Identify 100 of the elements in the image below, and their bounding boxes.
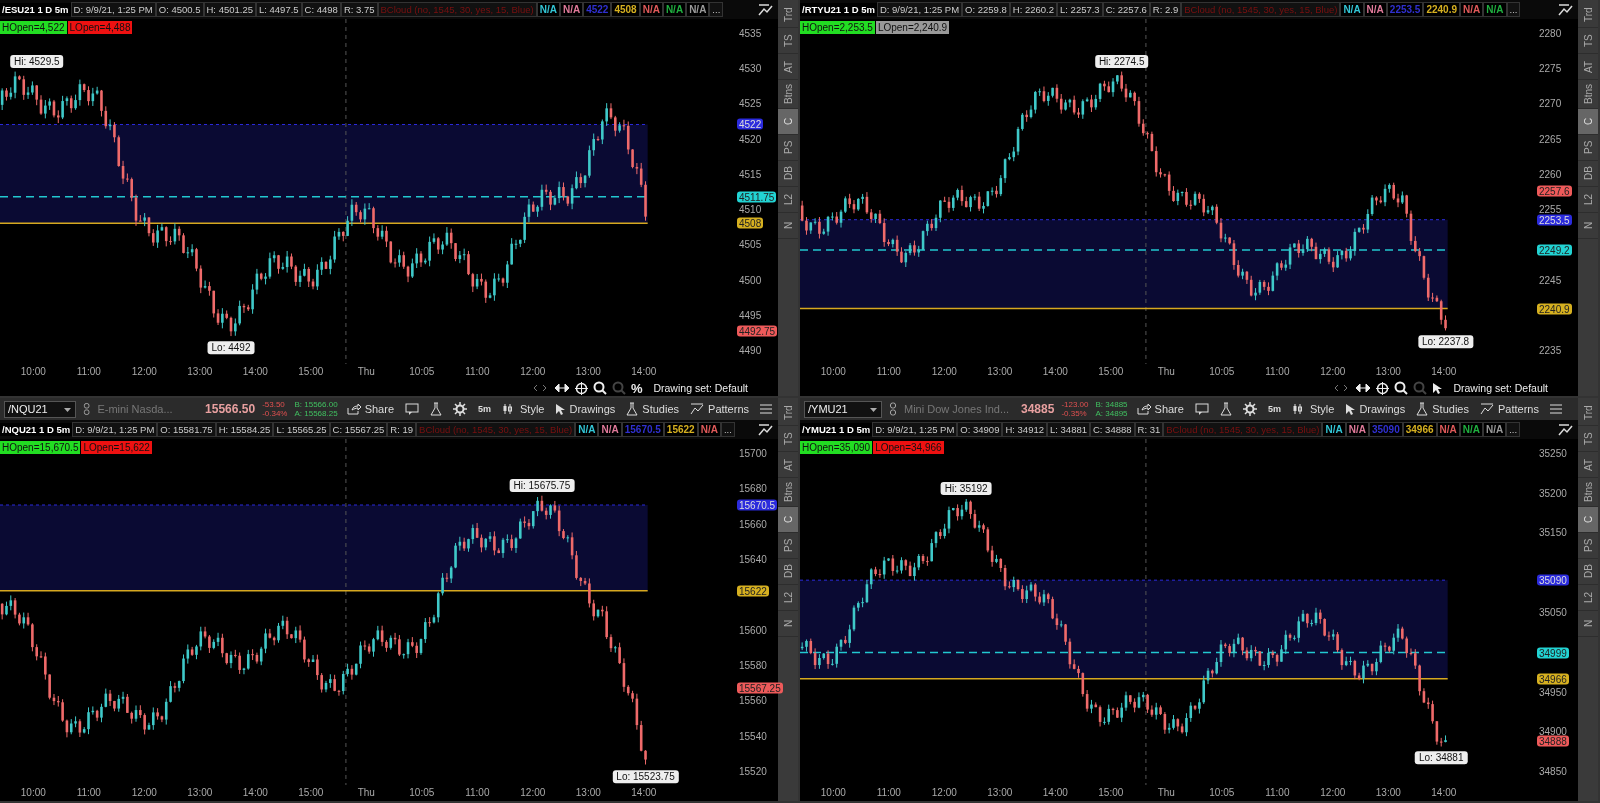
indicator-value: 35090 bbox=[1368, 422, 1403, 437]
indicator-value: N/A bbox=[639, 2, 663, 17]
side-tab[interactable]: DB bbox=[1578, 559, 1598, 585]
time-axis-label: 11:00 bbox=[76, 787, 101, 798]
side-tab[interactable]: TS bbox=[1578, 426, 1598, 452]
price-axis-label: 4490 bbox=[739, 344, 762, 356]
ohlc-value: D: 9/9/21, 1:25 PM bbox=[876, 2, 963, 17]
side-tab[interactable]: TS bbox=[778, 426, 798, 452]
price-axis-label: 4530 bbox=[739, 62, 762, 74]
side-tab[interactable]: AT bbox=[778, 452, 798, 478]
study-label: BCloud (no, 1545, 30, yes, 15, Blue) bbox=[1163, 422, 1323, 437]
side-tab[interactable]: N bbox=[778, 213, 798, 239]
price-axis-label: 15700 bbox=[739, 447, 767, 459]
side-tab[interactable]: AT bbox=[1578, 54, 1598, 80]
bid-ask-price: A: 15568.25 bbox=[294, 409, 338, 418]
side-tab[interactable]: Trd bbox=[778, 2, 798, 28]
time-axis-label: 11:00 bbox=[876, 787, 901, 798]
time-axis-label: Thu bbox=[1157, 787, 1175, 798]
side-tab[interactable]: C bbox=[1578, 507, 1598, 533]
indicator-value: N/A bbox=[575, 422, 599, 437]
instrument-description: E-mini Nasda... bbox=[97, 403, 174, 415]
side-tab[interactable]: L2 bbox=[778, 585, 798, 611]
chart-title: /NQU21 1 D 5m bbox=[0, 423, 73, 436]
side-tab[interactable]: L2 bbox=[778, 187, 798, 213]
side-tab[interactable]: C bbox=[778, 109, 798, 135]
side-tab[interactable]: C bbox=[1578, 109, 1598, 135]
side-tab[interactable]: DB bbox=[1578, 161, 1598, 187]
drawing-set-label[interactable]: Drawing set: Default bbox=[653, 382, 748, 394]
side-tab[interactable]: DB bbox=[778, 161, 798, 187]
side-tab[interactable]: Trd bbox=[1578, 2, 1598, 28]
style-button[interactable]: Style bbox=[500, 403, 547, 415]
price-axis-label: 2265 bbox=[1539, 133, 1562, 145]
more-indicators[interactable]: ... bbox=[1506, 422, 1521, 437]
time-axis-label: 10:00 bbox=[820, 366, 846, 377]
more-indicators[interactable]: ... bbox=[709, 2, 724, 17]
side-tab[interactable]: C bbox=[778, 507, 798, 533]
price-axis-label: 2255 bbox=[1539, 203, 1562, 215]
time-axis-label: Thu bbox=[357, 787, 375, 798]
indicator-value: 15622 bbox=[663, 422, 698, 437]
price-axis-label: 35200 bbox=[1539, 487, 1567, 499]
price-axis-label: 15540 bbox=[739, 730, 767, 742]
percent-toggle[interactable]: % bbox=[630, 380, 643, 396]
side-tab[interactable]: L2 bbox=[1578, 187, 1598, 213]
low-label: Lo: 34881 bbox=[1414, 751, 1468, 765]
indicator-value: 15670.5 bbox=[621, 422, 664, 437]
side-tab[interactable]: N bbox=[1578, 213, 1598, 239]
side-tab[interactable]: PS bbox=[778, 135, 798, 161]
indicator-value: 4508 bbox=[611, 2, 640, 17]
side-tab[interactable]: TS bbox=[778, 28, 798, 54]
side-tab[interactable]: N bbox=[778, 611, 798, 637]
ohlc-value: L: 4497.5 bbox=[256, 2, 302, 17]
symbol-field[interactable]: /YMU21 bbox=[804, 400, 882, 418]
price-axis-label: 15660 bbox=[739, 518, 767, 530]
price-axis-label: 34850 bbox=[1539, 765, 1567, 777]
price-axis-label: 4500 bbox=[739, 274, 762, 286]
style-button[interactable]: Style bbox=[1289, 403, 1337, 415]
side-tab[interactable]: AT bbox=[778, 54, 798, 80]
time-axis-label: 12:00 bbox=[1320, 366, 1346, 377]
time-axis-label: 13:00 bbox=[187, 366, 213, 377]
indicator-value: N/A bbox=[559, 2, 584, 17]
price-axis-label: 15680 bbox=[739, 482, 767, 494]
indicator-value: N/A bbox=[697, 422, 721, 437]
indicator-value: N/A bbox=[598, 422, 622, 437]
side-tab[interactable]: PS bbox=[778, 533, 798, 559]
studies-button[interactable]: Studies bbox=[1414, 402, 1471, 416]
open-value-badge: HOpen=4,522 bbox=[0, 21, 67, 34]
side-tab[interactable]: TS bbox=[1578, 28, 1598, 54]
side-tab[interactable]: N bbox=[1578, 611, 1598, 637]
ohlc-value: L: 2257.3 bbox=[1057, 2, 1103, 17]
side-tab[interactable]: Trd bbox=[778, 400, 798, 426]
price-change: -0.34% bbox=[262, 409, 288, 418]
symbol-field[interactable]: /NQU21 bbox=[4, 400, 77, 418]
timeframe-button[interactable]: 5m bbox=[1265, 404, 1283, 414]
time-axis-label: 10:05 bbox=[1209, 366, 1235, 377]
price-axis-label: 34900 bbox=[1539, 725, 1567, 737]
studies-button[interactable]: Studies bbox=[624, 402, 682, 416]
price-axis-label: 2245 bbox=[1539, 274, 1562, 286]
time-axis-label: 13:00 bbox=[987, 787, 1013, 798]
side-tab[interactable]: L2 bbox=[1578, 585, 1598, 611]
patterns-button[interactable]: Patterns bbox=[688, 403, 751, 415]
ohlc-value: O: 15581.75 bbox=[157, 422, 216, 437]
side-tab[interactable]: Trd bbox=[1578, 400, 1598, 426]
study-label: BCloud (no, 1545, 30, yes, 15, Blue) bbox=[416, 422, 576, 437]
price-axis-label: 4495 bbox=[739, 309, 762, 321]
time-axis-label: 15:00 bbox=[298, 787, 324, 798]
drawing-set-label[interactable]: Drawing set: Default bbox=[1453, 382, 1548, 394]
patterns-button[interactable]: Patterns bbox=[1477, 403, 1541, 415]
price-axis-label: 2270 bbox=[1539, 97, 1562, 109]
share-button[interactable]: Share bbox=[344, 403, 396, 415]
side-tab[interactable]: PS bbox=[1578, 533, 1598, 559]
share-button[interactable]: Share bbox=[1134, 403, 1186, 415]
drawings-button[interactable]: Drawings bbox=[1343, 402, 1408, 416]
side-tab[interactable]: PS bbox=[1578, 135, 1598, 161]
price-axis-label: 4525 bbox=[739, 97, 762, 109]
timeframe-button[interactable]: 5m bbox=[476, 404, 493, 414]
time-axis-label: 13:00 bbox=[987, 366, 1013, 377]
ohlc-value: D: 9/9/21, 1:25 PM bbox=[872, 422, 958, 437]
drawings-button[interactable]: Drawings bbox=[553, 402, 618, 416]
side-tab[interactable]: DB bbox=[778, 559, 798, 585]
side-tab[interactable]: AT bbox=[1578, 452, 1598, 478]
